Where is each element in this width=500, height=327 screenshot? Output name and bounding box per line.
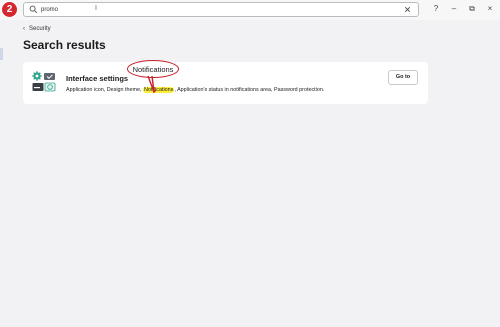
minimize-button[interactable]: – (448, 3, 460, 15)
search-icon (29, 5, 38, 14)
search-input[interactable] (41, 3, 381, 16)
page-title: Search results (23, 38, 106, 52)
search-box[interactable]: I (23, 2, 419, 17)
title-bar: 2 I ? – ⧉ × (0, 0, 500, 20)
result-title: Interface settings (66, 74, 129, 83)
text-cursor-icon: I (95, 5, 97, 12)
interface-settings-icon (32, 71, 56, 93)
breadcrumb[interactable]: ‹ Security (23, 26, 51, 32)
back-chevron-icon: ‹ (23, 26, 25, 32)
restore-button[interactable]: ⧉ (466, 3, 478, 15)
search-result-card: Interface settings Application icon, Des… (23, 62, 428, 104)
breadcrumb-label[interactable]: Security (29, 26, 51, 32)
sidebar-edge-indicator (0, 48, 3, 60)
help-button[interactable]: ? (430, 3, 442, 15)
result-description-end: , Application's status in notifications … (174, 87, 325, 93)
result-description: Application icon, Design theme, Notifica… (66, 87, 324, 93)
clear-search-icon[interactable] (403, 5, 412, 14)
close-window-button[interactable]: × (484, 3, 496, 15)
result-description-start: Application icon, Design theme, (66, 87, 144, 93)
step-badge: 2 (2, 2, 17, 17)
go-to-button[interactable]: Go to (388, 70, 418, 85)
callout-pointer (147, 75, 157, 94)
